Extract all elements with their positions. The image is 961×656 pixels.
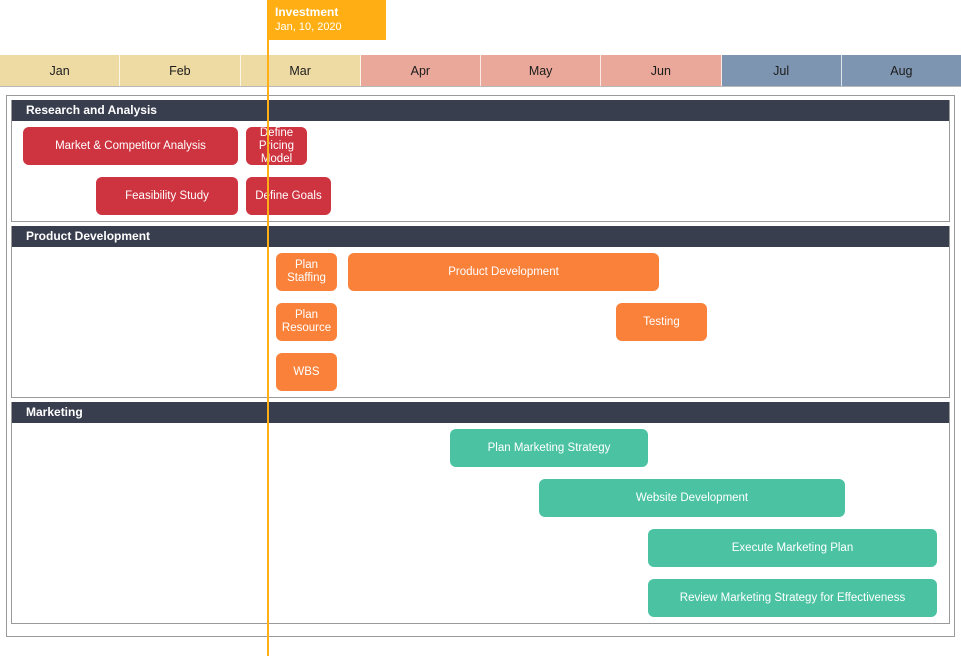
timeline-month-jun[interactable]: Jun (601, 55, 722, 86)
gantt-chart: Investment Jan, 10, 2020 Jan Feb Mar Apr May… (0, 0, 961, 656)
milestone-date: Jan, 10, 2020 (275, 21, 342, 33)
task-bar-label: Plan Staffing (287, 259, 326, 284)
task-bar-label: Feasibility Study (125, 189, 209, 202)
timeline-month-jul[interactable]: Jul (721, 55, 842, 86)
task-bar[interactable]: Execute Marketing Plan (648, 529, 937, 567)
section-marketing: Marketing Plan Marketing Strategy Website … (11, 402, 950, 624)
task-bar[interactable]: Plan Resource (276, 303, 337, 341)
task-bar-label: Execute Marketing Plan (731, 541, 854, 554)
timeline-month-jan[interactable]: Jan (0, 55, 121, 86)
task-row: Plan Staffing Product Development (12, 247, 949, 297)
section-title: Research and Analysis (26, 103, 157, 117)
task-bar[interactable]: Define Pricing Model (246, 127, 307, 165)
section-rows: Plan Marketing Strategy Website Developme… (12, 423, 949, 623)
section-title: Product Development (26, 229, 151, 243)
section-research-and-analysis: Research and Analysis Market & Competitor… (11, 100, 950, 222)
task-bar-label: Market & Competitor Analysis (55, 139, 206, 152)
task-bar[interactable]: WBS (276, 353, 337, 391)
timeline-month-label: Jan (49, 63, 70, 78)
timeline-month-label: Aug (890, 63, 913, 78)
timeline-month-label: Apr (410, 63, 431, 78)
task-bar[interactable]: Review Marketing Strategy for Effectiven… (648, 579, 937, 617)
section-product-development: Product Development Plan Staffing Product … (11, 226, 950, 398)
section-rows: Market & Competitor Analysis Define Prici… (12, 121, 949, 221)
section-header[interactable]: Product Development (12, 226, 949, 247)
task-bar[interactable]: Market & Competitor Analysis (23, 127, 238, 165)
chart-body: Research and Analysis Market & Competitor… (6, 95, 955, 637)
task-bar-label: Define Pricing Model (258, 126, 295, 165)
section-title: Marketing (26, 405, 83, 419)
task-bar[interactable]: Feasibility Study (96, 177, 238, 215)
timeline-month-label: Jun (650, 63, 671, 78)
timeline-month-mar[interactable]: Mar (240, 55, 361, 86)
timeline-header: Jan Feb Mar Apr May Jun Jul Aug (0, 55, 961, 87)
timeline-month-apr[interactable]: Apr (360, 55, 481, 86)
timeline-month-label: May (528, 63, 553, 78)
task-row: Market & Competitor Analysis Define Prici… (12, 121, 949, 171)
task-bar[interactable]: Testing (616, 303, 707, 341)
timeline-month-label: Jul (773, 63, 790, 78)
task-row: Plan Marketing Strategy (12, 423, 949, 473)
timeline-month-may[interactable]: May (481, 55, 602, 86)
task-bar[interactable]: Website Development (539, 479, 845, 517)
section-rows: Plan Staffing Product Development Plan Res… (12, 247, 949, 397)
section-header[interactable]: Marketing (12, 402, 949, 423)
milestone-flag-investment[interactable]: Investment Jan, 10, 2020 (267, 0, 386, 40)
task-row: WBS (12, 347, 949, 397)
task-row: Plan Resource Testing (12, 297, 949, 347)
task-bar-label: WBS (293, 365, 320, 378)
timeline-month-aug[interactable]: Aug (841, 55, 961, 86)
task-bar[interactable]: Plan Staffing (276, 253, 337, 291)
task-bar-label: Plan Marketing Strategy (487, 441, 611, 454)
section-header[interactable]: Research and Analysis (12, 100, 949, 121)
timeline-month-feb[interactable]: Feb (120, 55, 241, 86)
timeline-month-label: Feb (169, 63, 191, 78)
timeline-month-label: Mar (289, 63, 311, 78)
task-bar-label: Define Goals (255, 189, 322, 202)
task-bar-label: Website Development (635, 491, 749, 504)
task-bar-label: Plan Resource (281, 309, 332, 334)
task-row: Review Marketing Strategy for Effectiven… (12, 573, 949, 623)
task-bar[interactable]: Plan Marketing Strategy (450, 429, 648, 467)
milestone-vertical-line (267, 40, 269, 656)
task-bar-label: Testing (643, 315, 680, 328)
task-bar-label: Review Marketing Strategy for Effectiven… (679, 591, 906, 604)
task-row: Execute Marketing Plan (12, 523, 949, 573)
task-bar-label: Product Development (448, 265, 559, 278)
task-bar[interactable]: Define Goals (246, 177, 331, 215)
task-row: Feasibility Study Define Goals (12, 171, 949, 221)
task-bar[interactable]: Product Development (348, 253, 659, 291)
milestone-title: Investment (275, 5, 339, 19)
task-row: Website Development (12, 473, 949, 523)
